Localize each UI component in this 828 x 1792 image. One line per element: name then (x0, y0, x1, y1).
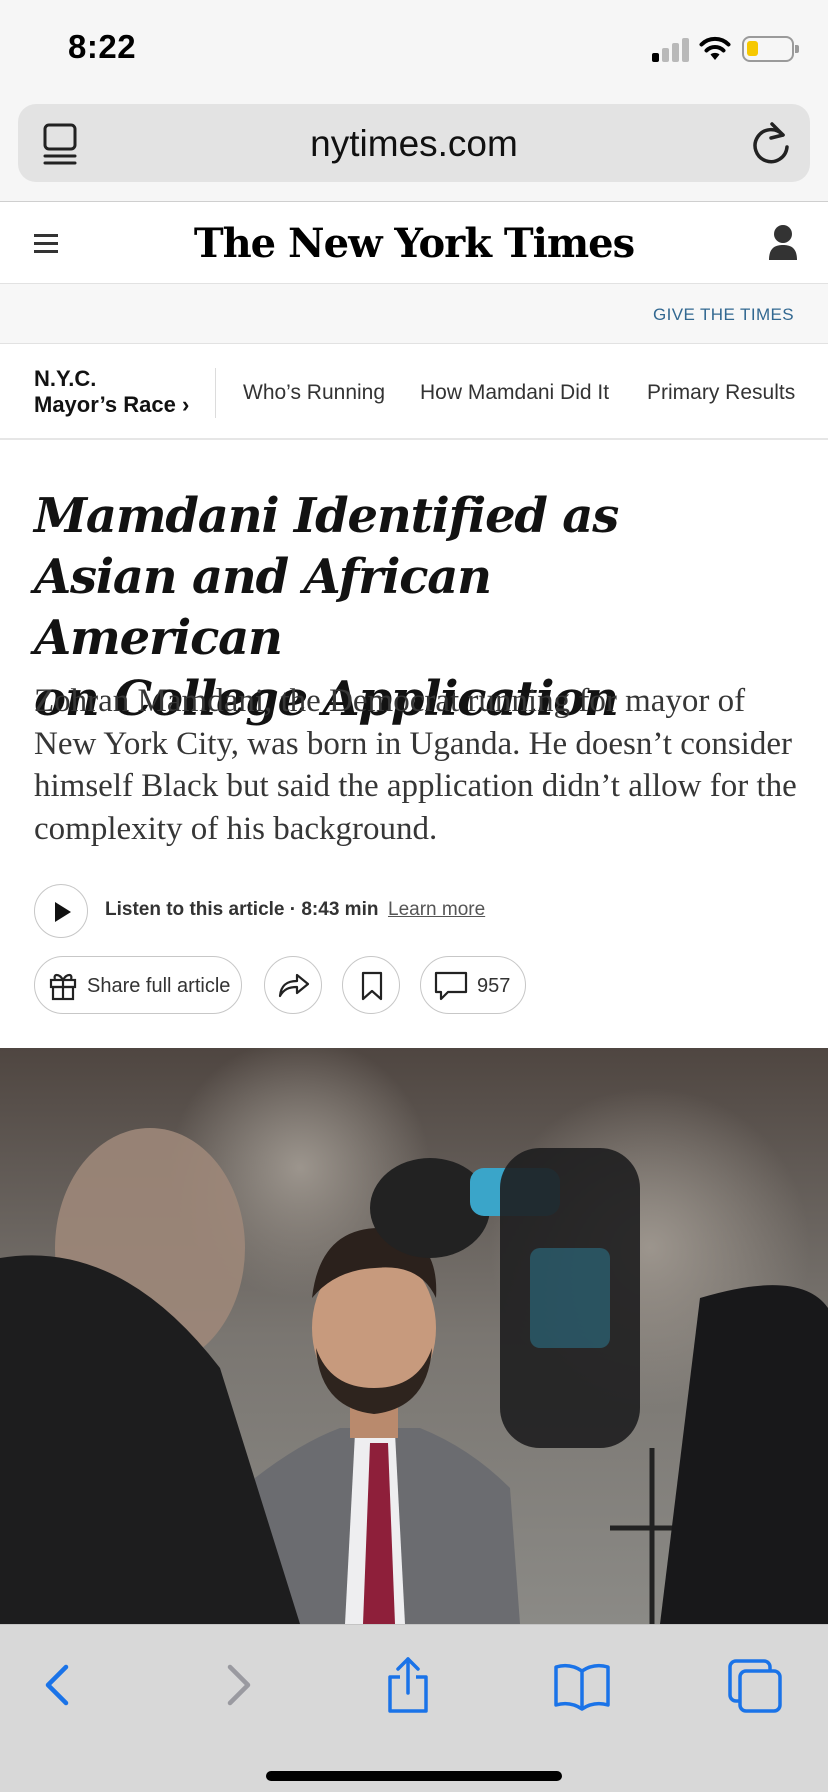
comment-bubble-icon (434, 971, 468, 1001)
account-icon[interactable] (768, 224, 798, 262)
wifi-icon (699, 36, 731, 60)
section-divider (215, 368, 216, 418)
article-photo (0, 1048, 828, 1624)
play-icon (55, 902, 71, 922)
status-time: 8:22 (68, 28, 137, 65)
listen-row: Listen to this article · 8:43 min Learn … (34, 884, 794, 938)
nav-link-how-mamdani-did-it[interactable]: How Mamdani Did It (420, 381, 609, 405)
chevron-right-icon[interactable] (206, 1655, 266, 1715)
status-bar: 8:22 (0, 0, 828, 100)
give-the-times-link[interactable]: GIVE THE TIMES (653, 305, 794, 325)
section-title-line2: Mayor’s Race › (34, 392, 190, 417)
home-indicator (266, 1771, 562, 1781)
share-full-article-button[interactable]: Share full article (34, 956, 242, 1014)
share-full-article-label: Share full article (87, 975, 231, 997)
share-button[interactable] (264, 956, 322, 1014)
battery-icon (742, 36, 799, 62)
section-title-line1: N.Y.C. (34, 366, 97, 391)
chevron-left-icon[interactable] (30, 1655, 90, 1715)
give-bar: GIVE THE TIMES (0, 284, 828, 344)
save-button[interactable] (342, 956, 400, 1014)
gift-icon (49, 973, 77, 1001)
nav-link-whos-running[interactable]: Who’s Running (243, 381, 385, 405)
url-text[interactable]: nytimes.com (18, 123, 810, 165)
article-summary: Zohran Mamdani, the Democrat running for… (34, 683, 797, 847)
section-nav: N.Y.C. Mayor’s Race › Who’s Running How … (0, 344, 828, 440)
browser-address-area: nytimes.com (0, 100, 828, 202)
open-book-icon[interactable] (552, 1655, 612, 1715)
share-sheet-icon[interactable] (378, 1655, 438, 1715)
address-bar[interactable]: nytimes.com (18, 104, 810, 182)
site-header: The New York Times (0, 202, 828, 284)
play-button[interactable] (34, 884, 88, 938)
section-title[interactable]: N.Y.C. Mayor’s Race › (34, 366, 189, 418)
browser-toolbar (0, 1624, 828, 1792)
reload-icon[interactable] (750, 121, 792, 165)
article-actions: Share full article 957 (34, 956, 794, 1014)
cellular-signal-icon (652, 38, 692, 62)
nav-link-primary-results[interactable]: Primary Results (647, 381, 795, 405)
comments-button[interactable]: 957 (420, 956, 526, 1014)
headline-line: Mamdani Identified as (34, 488, 619, 544)
headline-line: Asian and African American (34, 549, 492, 666)
learn-more-link[interactable]: Learn more (388, 899, 485, 921)
listen-label: Listen to this article · 8:43 min (105, 899, 379, 920)
share-arrow-icon (278, 973, 310, 998)
comment-count: 957 (477, 975, 511, 997)
tabs-icon[interactable] (726, 1655, 786, 1715)
bookmark-icon (361, 971, 383, 1001)
masthead-logo[interactable]: The New York Times (0, 220, 828, 267)
